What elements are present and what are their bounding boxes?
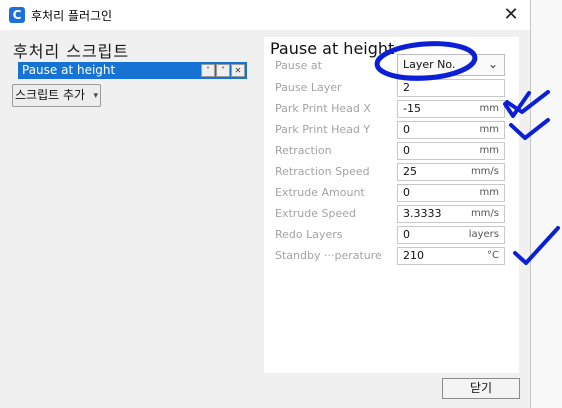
field-unit: layers — [468, 229, 499, 240]
field-label-park-x: Park Print Head X — [275, 102, 371, 115]
field-value: 3.3333 — [403, 207, 442, 220]
field-label-park-y: Park Print Head Y — [275, 123, 371, 136]
field-extrude-speed[interactable]: 3.3333 mm/s — [397, 205, 505, 223]
move-down-button[interactable]: ˅ — [216, 64, 230, 77]
close-button[interactable]: 닫기 — [442, 378, 520, 399]
field-value: 0 — [403, 228, 410, 241]
close-window-icon[interactable]: ✕ — [500, 4, 522, 26]
field-value: 210 — [403, 249, 424, 262]
scripts-heading: 후처리 스크립트 — [13, 42, 130, 61]
add-script-label: 스크립트 추가 — [15, 88, 86, 102]
field-unit: mm — [479, 124, 499, 135]
field-redo-layers[interactable]: 0 layers — [397, 226, 505, 244]
field-label-standby-temperature: Standby ···perature — [275, 249, 382, 262]
field-label-redo-layers: Redo Layers — [275, 228, 343, 241]
field-value: 0 — [403, 186, 410, 199]
script-item-label: Pause at height — [22, 63, 116, 77]
field-label-retraction-speed: Retraction Speed — [275, 165, 370, 178]
field-unit: °C — [487, 250, 499, 261]
script-item-pause-at-height[interactable]: Pause at height ˄ ˅ ✕ — [18, 62, 247, 79]
field-label-extrude-speed: Extrude Speed — [275, 207, 356, 220]
pause-at-label: Pause at — [275, 59, 322, 72]
title-bar: C 후처리 플러그인 ✕ — [0, 0, 530, 30]
move-up-button[interactable]: ˄ — [201, 64, 215, 77]
background-app-area — [530, 0, 562, 408]
field-retraction[interactable]: 0 mm — [397, 142, 505, 160]
add-script-button[interactable]: 스크립트 추가 ▾ — [12, 84, 101, 107]
field-label-pause-layer: Pause Layer — [275, 81, 342, 94]
field-unit: mm/s — [470, 208, 499, 219]
field-extrude-amount[interactable]: 0 mm — [397, 184, 505, 202]
settings-title: Pause at height — [270, 39, 395, 58]
field-value: 0 — [403, 123, 410, 136]
pause-at-select[interactable]: Layer No. ⌄ — [397, 54, 505, 76]
cura-logo-icon: C — [9, 7, 25, 23]
post-processing-dialog: C 후처리 플러그인 ✕ 후처리 스크립트 Pause at height ˄ … — [0, 0, 531, 408]
field-park-x[interactable]: -15 mm — [397, 100, 505, 118]
field-retraction-speed[interactable]: 25 mm/s — [397, 163, 505, 181]
field-value: -15 — [403, 102, 421, 115]
script-settings-panel: Pause at height Pause at Layer No. ⌄ Pau… — [264, 37, 519, 373]
field-value: 25 — [403, 165, 417, 178]
field-label-retraction: Retraction — [275, 144, 332, 157]
field-standby-temperature[interactable]: 210 °C — [397, 247, 505, 265]
field-label-extrude-amount: Extrude Amount — [275, 186, 365, 199]
field-value: 2 — [403, 81, 410, 94]
field-park-y[interactable]: 0 mm — [397, 121, 505, 139]
field-unit: mm — [479, 145, 499, 156]
dropdown-caret-icon: ▾ — [93, 91, 98, 101]
field-value: 0 — [403, 144, 410, 157]
field-unit: mm — [479, 187, 499, 198]
remove-script-button[interactable]: ✕ — [231, 64, 245, 77]
pause-at-value: Layer No. — [403, 58, 456, 71]
chevron-down-icon: ⌄ — [487, 57, 498, 71]
field-pause-layer[interactable]: 2 — [397, 79, 505, 97]
window-title: 후처리 플러그인 — [31, 9, 113, 23]
field-unit: mm — [479, 103, 499, 114]
script-list: Pause at height ˄ ˅ ✕ — [18, 62, 247, 79]
field-unit: mm/s — [470, 166, 499, 177]
